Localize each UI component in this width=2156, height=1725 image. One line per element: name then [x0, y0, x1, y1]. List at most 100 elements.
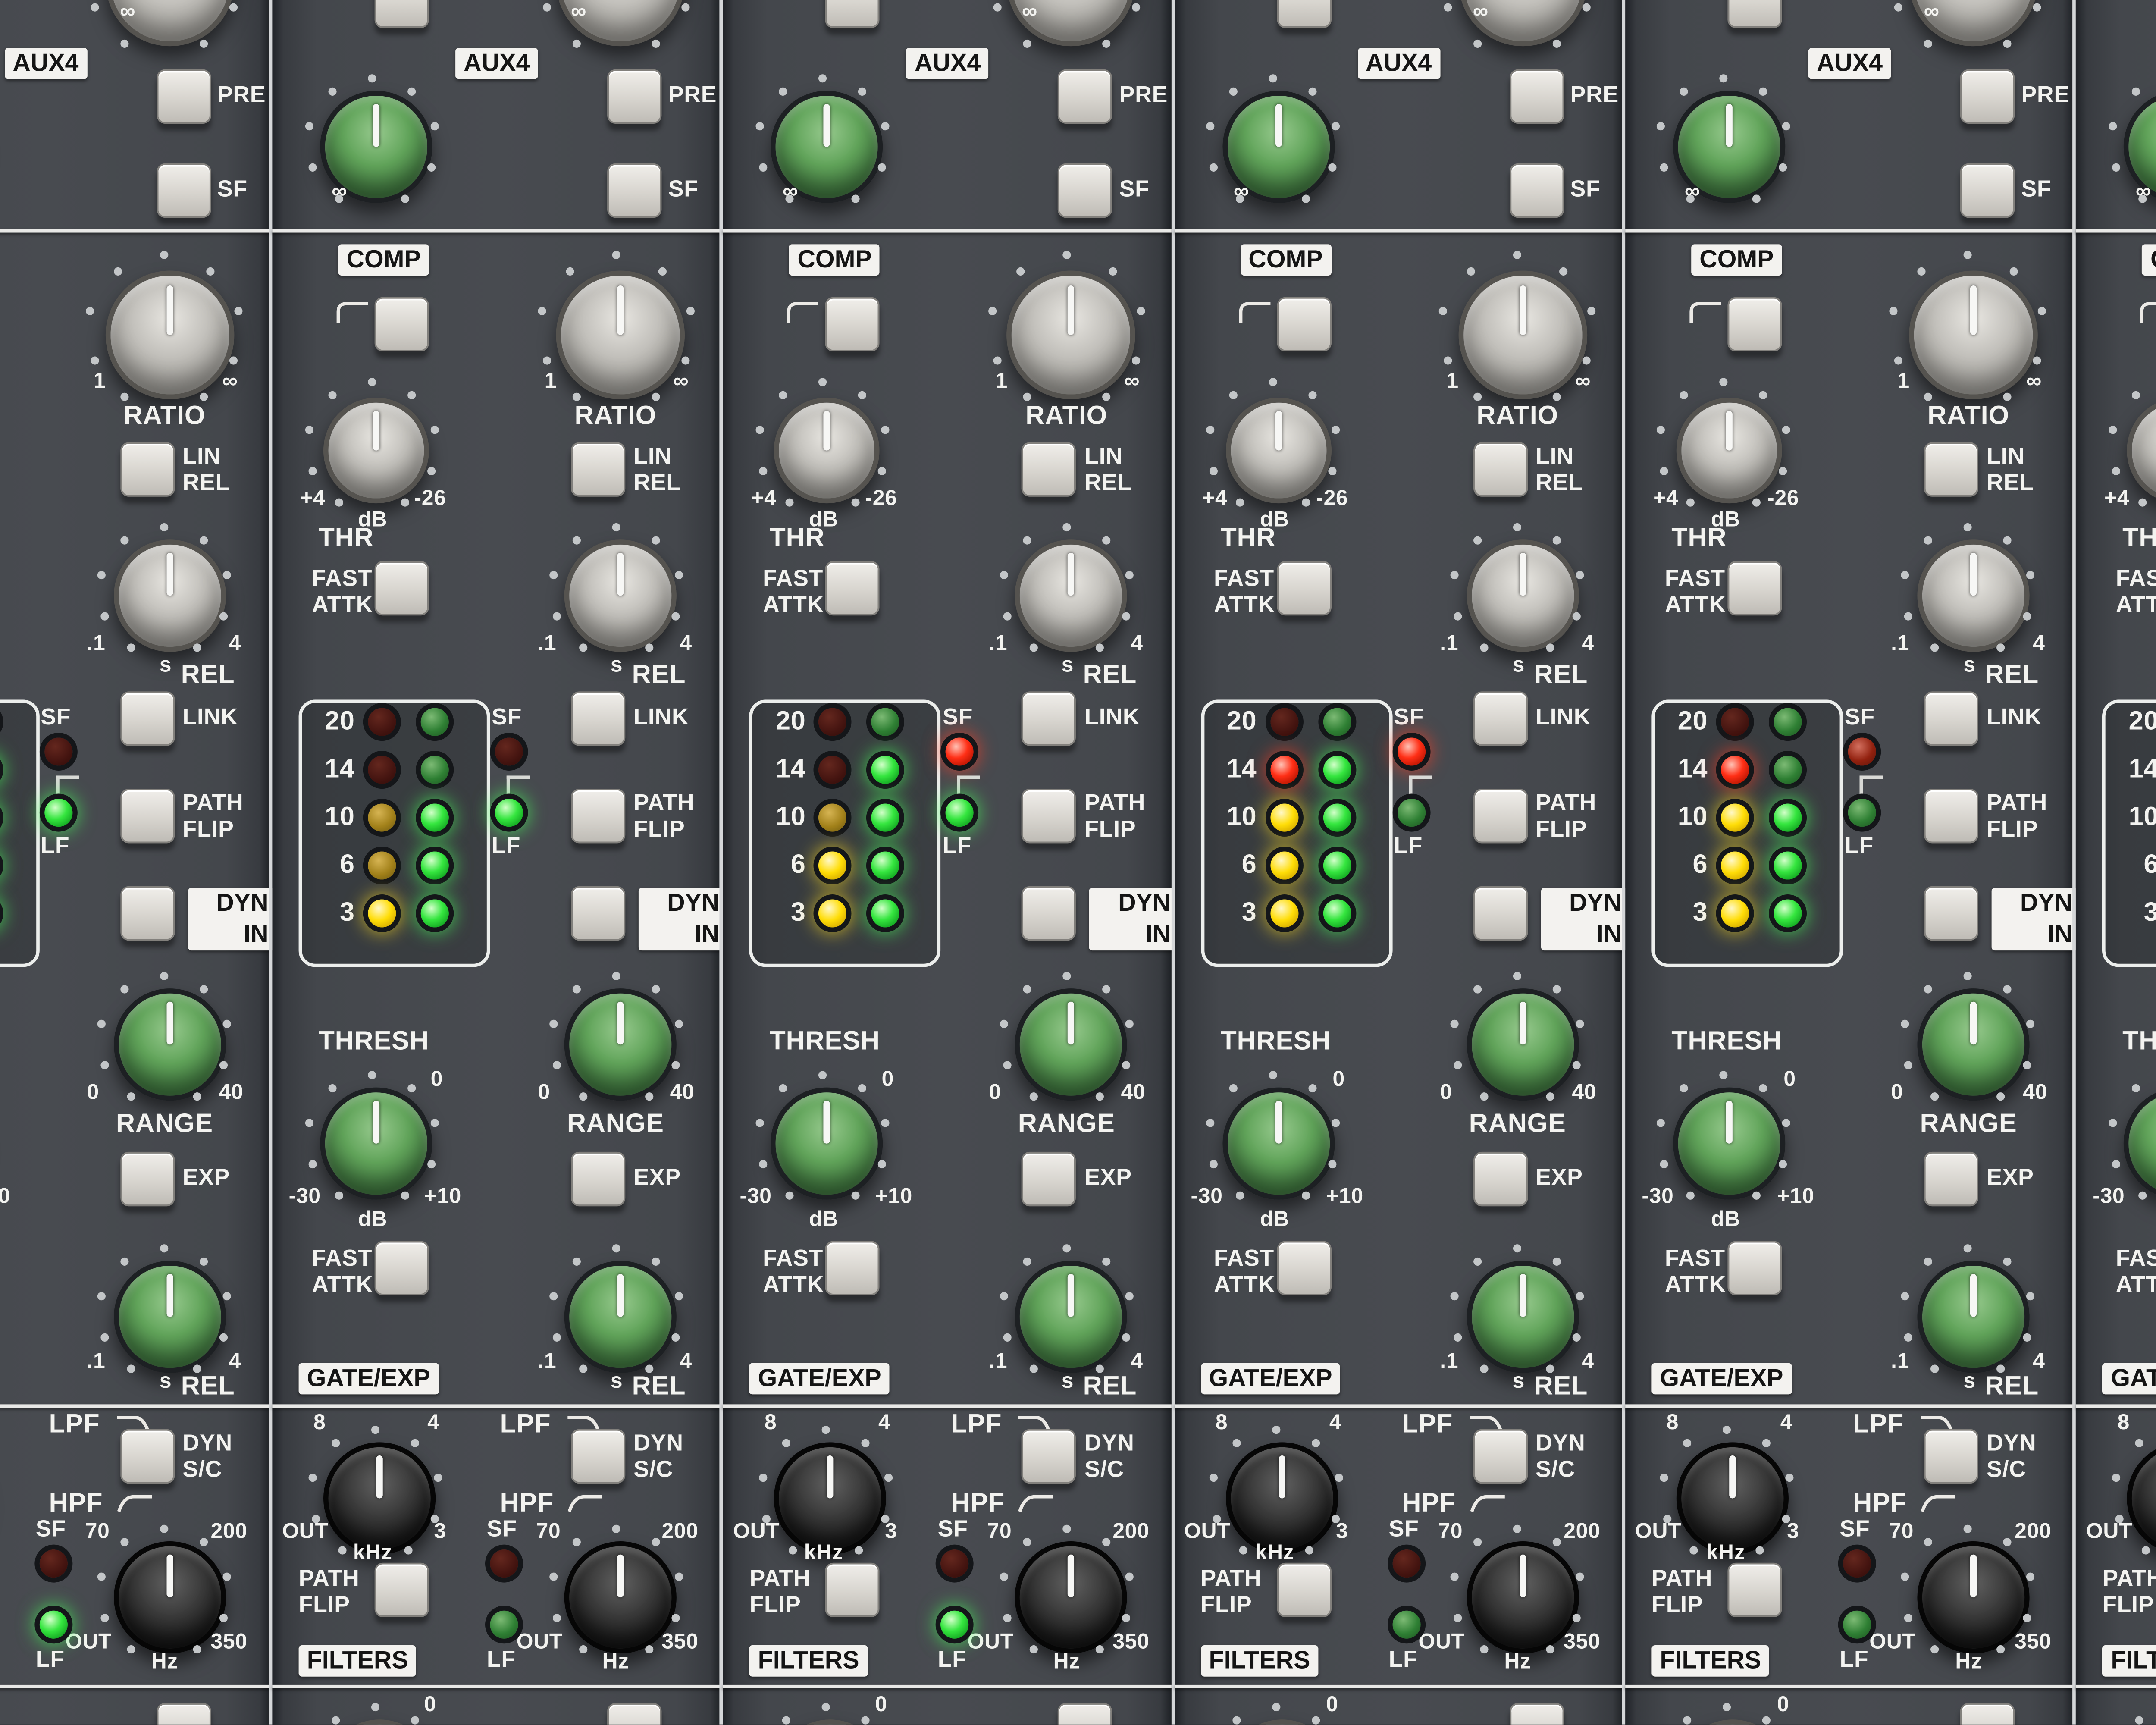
comp-ratio-knob[interactable] — [1909, 270, 2038, 400]
dyn-in-button[interactable] — [1022, 886, 1077, 941]
next-section-button-partial[interactable] — [1960, 1703, 2015, 1725]
lpf-frequency-knob[interactable] — [1225, 1442, 1338, 1555]
aux4-sf-button[interactable] — [1960, 163, 2015, 218]
comp-threshold-knob[interactable] — [774, 398, 880, 504]
gate-threshold-knob[interactable] — [2124, 1087, 2156, 1200]
comp-knee-button[interactable] — [1727, 297, 1782, 352]
comp-path-flip-button[interactable] — [1022, 789, 1077, 844]
next-section-button-partial[interactable] — [1058, 1703, 1113, 1725]
comp-path-flip-button[interactable] — [120, 789, 175, 844]
comp-ratio-knob[interactable] — [1007, 270, 1136, 400]
comp-lin-rel-button[interactable] — [1473, 442, 1528, 497]
gate-release-knob[interactable] — [564, 1261, 677, 1373]
comp-lin-rel-button[interactable] — [570, 442, 626, 497]
gate-fast-attack-button[interactable] — [825, 1241, 880, 1295]
dyn-sc-button[interactable] — [570, 1429, 626, 1484]
lpf-frequency-knob[interactable] — [1676, 1442, 1789, 1555]
exp-button[interactable] — [1473, 1151, 1528, 1207]
hpf-frequency-knob[interactable] — [1015, 1541, 1128, 1654]
comp-path-flip-button[interactable] — [1473, 789, 1528, 844]
comp-threshold-knob[interactable] — [1676, 398, 1782, 504]
filters-path-flip-button[interactable] — [1276, 1562, 1331, 1617]
link-button[interactable] — [1022, 691, 1077, 746]
comp-release-knob[interactable] — [1015, 539, 1128, 652]
dyn-in-button[interactable] — [1473, 886, 1528, 941]
next-section-knob-partial[interactable] — [1676, 1719, 1789, 1725]
comp-release-knob[interactable] — [113, 539, 226, 652]
gate-fast-attack-button[interactable] — [1276, 1241, 1331, 1295]
next-section-button-partial[interactable] — [156, 1703, 211, 1725]
comp-ratio-knob[interactable] — [1458, 270, 1587, 400]
dyn-sc-button[interactable] — [1473, 1429, 1528, 1484]
comp-fast-attack-button[interactable] — [1276, 561, 1331, 616]
next-section-knob-partial[interactable] — [2127, 1719, 2156, 1725]
aux4-pre-button[interactable] — [607, 69, 662, 124]
dyn-sc-button[interactable] — [120, 1429, 175, 1484]
comp-knee-button[interactable] — [825, 297, 880, 352]
comp-lin-rel-button[interactable] — [120, 442, 175, 497]
aux4-sf-button[interactable] — [1058, 163, 1113, 218]
filters-path-flip-button[interactable] — [1727, 1562, 1782, 1617]
lpf-frequency-knob[interactable] — [323, 1442, 436, 1555]
gate-release-knob[interactable] — [1015, 1261, 1128, 1373]
dyn-in-button[interactable] — [570, 886, 626, 941]
comp-ratio-knob[interactable] — [556, 270, 685, 400]
gate-range-knob[interactable] — [1917, 988, 2030, 1101]
exp-button[interactable] — [570, 1151, 626, 1207]
aux4-pre-button[interactable] — [156, 69, 211, 124]
gate-threshold-knob[interactable] — [771, 1087, 884, 1200]
dyn-sc-button[interactable] — [1022, 1429, 1077, 1484]
comp-ratio-knob[interactable] — [105, 270, 234, 400]
link-button[interactable] — [1473, 691, 1528, 746]
dyn-in-button[interactable] — [120, 886, 175, 941]
comp-path-flip-button[interactable] — [570, 789, 626, 844]
next-section-button-partial[interactable] — [1509, 1703, 1564, 1725]
gate-threshold-knob[interactable] — [1673, 1087, 1786, 1200]
link-button[interactable] — [120, 691, 175, 746]
aux4-sf-button[interactable] — [607, 163, 662, 218]
aux4-pre-button[interactable] — [1509, 69, 1564, 124]
prev-aux-button-partial[interactable] — [1276, 0, 1331, 28]
gate-release-knob[interactable] — [113, 1261, 226, 1373]
link-button[interactable] — [570, 691, 626, 746]
comp-fast-attack-button[interactable] — [374, 561, 429, 616]
gate-threshold-knob[interactable] — [1222, 1087, 1335, 1200]
prev-aux-button-partial[interactable] — [374, 0, 429, 28]
next-section-knob-partial[interactable] — [323, 1719, 436, 1725]
aux4-sf-button[interactable] — [156, 163, 211, 218]
comp-release-knob[interactable] — [564, 539, 677, 652]
link-button[interactable] — [1924, 691, 1978, 746]
exp-button[interactable] — [1924, 1151, 1978, 1207]
comp-threshold-knob[interactable] — [1225, 398, 1331, 504]
dyn-sc-button[interactable] — [1924, 1429, 1978, 1484]
hpf-frequency-knob[interactable] — [113, 1541, 226, 1654]
comp-fast-attack-button[interactable] — [825, 561, 880, 616]
comp-threshold-knob[interactable] — [323, 398, 429, 504]
gate-threshold-knob[interactable] — [320, 1087, 432, 1200]
hpf-frequency-knob[interactable] — [564, 1541, 677, 1654]
gate-range-knob[interactable] — [564, 988, 677, 1101]
comp-release-knob[interactable] — [1466, 539, 1579, 652]
gate-release-knob[interactable] — [1466, 1261, 1579, 1373]
exp-button[interactable] — [1022, 1151, 1077, 1207]
aux4-pre-button[interactable] — [1058, 69, 1113, 124]
next-section-knob-partial[interactable] — [774, 1719, 887, 1725]
comp-threshold-knob[interactable] — [2127, 398, 2156, 504]
comp-lin-rel-button[interactable] — [1022, 442, 1077, 497]
gate-range-knob[interactable] — [1015, 988, 1128, 1101]
comp-knee-button[interactable] — [374, 297, 429, 352]
prev-aux-button-partial[interactable] — [825, 0, 880, 28]
filters-path-flip-button[interactable] — [825, 1562, 880, 1617]
hpf-frequency-knob[interactable] — [1917, 1541, 2030, 1654]
prev-aux-button-partial[interactable] — [1727, 0, 1782, 28]
gate-range-knob[interactable] — [1466, 988, 1579, 1101]
gate-fast-attack-button[interactable] — [374, 1241, 429, 1295]
exp-button[interactable] — [120, 1151, 175, 1207]
lpf-frequency-knob[interactable] — [774, 1442, 887, 1555]
hpf-frequency-knob[interactable] — [1466, 1541, 1579, 1654]
aux4-sf-button[interactable] — [1509, 163, 1564, 218]
comp-path-flip-button[interactable] — [1924, 789, 1978, 844]
comp-release-knob[interactable] — [1917, 539, 2030, 652]
comp-knee-button[interactable] — [1276, 297, 1331, 352]
gate-release-knob[interactable] — [1917, 1261, 2030, 1373]
